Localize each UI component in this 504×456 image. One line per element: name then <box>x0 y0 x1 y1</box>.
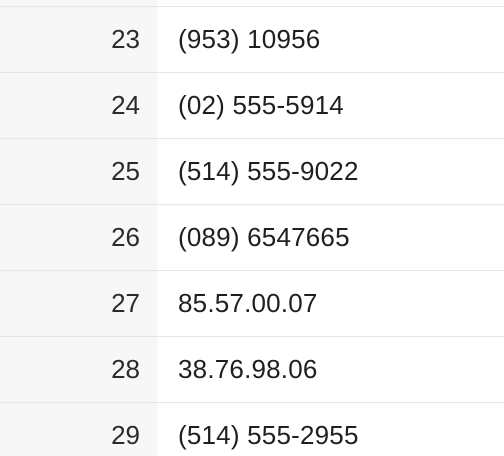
row-number[interactable]: 23 <box>0 24 140 55</box>
table-row[interactable]: 25 (514) 555-9022 <box>0 138 504 204</box>
table-row[interactable]: 27 85.57.00.07 <box>0 270 504 336</box>
table-row[interactable]: 24 (02) 555-5914 <box>0 72 504 138</box>
row-number[interactable]: 26 <box>0 222 140 253</box>
phone-cell[interactable]: (02) 555-5914 <box>178 90 344 121</box>
spreadsheet-grid: 23 (953) 10956 24 (02) 555-5914 25 (514)… <box>0 0 504 456</box>
table-row[interactable]: 28 38.76.98.06 <box>0 336 504 402</box>
table-row[interactable]: 29 (514) 555-2955 <box>0 402 504 456</box>
row-number[interactable]: 29 <box>0 420 140 451</box>
phone-cell[interactable]: (514) 555-2955 <box>178 420 359 451</box>
table-row[interactable]: 23 (953) 10956 <box>0 6 504 72</box>
table-body: 23 (953) 10956 24 (02) 555-5914 25 (514)… <box>0 6 504 456</box>
row-number[interactable]: 28 <box>0 354 140 385</box>
row-number[interactable]: 24 <box>0 90 140 121</box>
row-number[interactable]: 27 <box>0 288 140 319</box>
table-row[interactable]: 26 (089) 6547665 <box>0 204 504 270</box>
phone-cell[interactable]: 85.57.00.07 <box>178 288 318 319</box>
phone-cell[interactable]: 38.76.98.06 <box>178 354 318 385</box>
phone-cell[interactable]: (089) 6547665 <box>178 222 350 253</box>
row-number[interactable]: 25 <box>0 156 140 187</box>
phone-cell[interactable]: (514) 555-9022 <box>178 156 359 187</box>
phone-cell[interactable]: (953) 10956 <box>178 24 320 55</box>
